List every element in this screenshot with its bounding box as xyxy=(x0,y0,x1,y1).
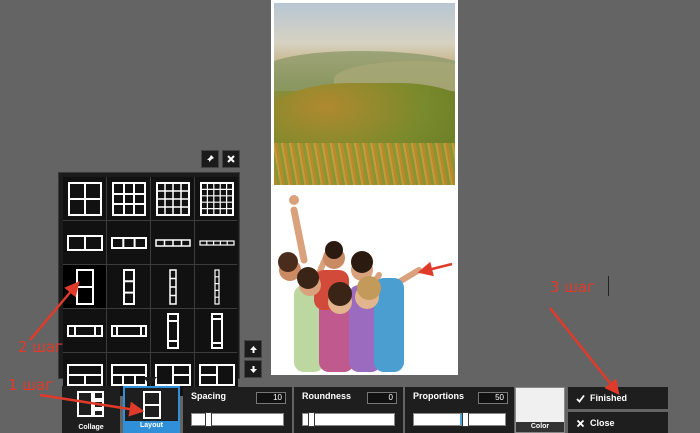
arrow-photo xyxy=(417,261,453,277)
annotation-arrows xyxy=(29,261,620,417)
arrow-step-1 xyxy=(39,393,145,417)
arrow-step-3 xyxy=(549,307,620,395)
arrow-step-2 xyxy=(29,281,80,341)
